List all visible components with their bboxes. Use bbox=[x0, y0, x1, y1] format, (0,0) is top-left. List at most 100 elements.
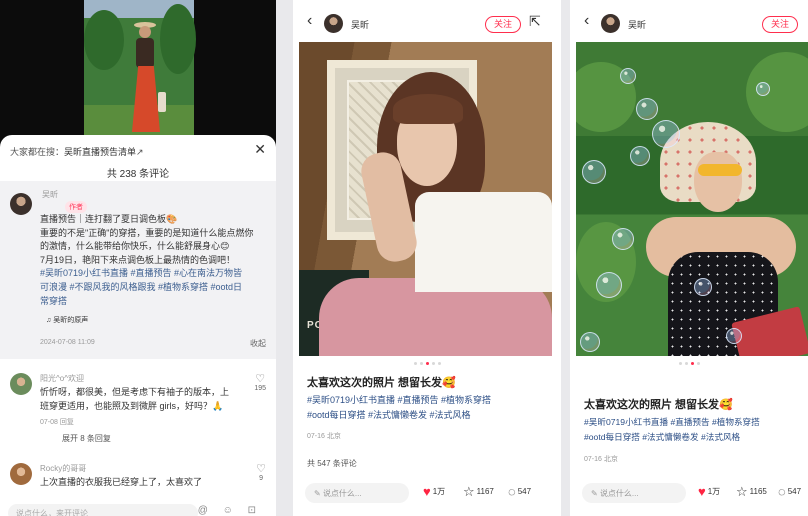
follow-button[interactable]: 关注 bbox=[762, 16, 798, 33]
note-title: 太喜欢这次的照片 想留长发🥰 bbox=[584, 399, 733, 411]
video-preview[interactable] bbox=[0, 0, 276, 150]
photo-bubble bbox=[596, 272, 622, 298]
post-tags[interactable]: 可浪漫 #不跟风我的风格跟我 #植物系穿搭 #ootd日 bbox=[40, 281, 272, 295]
comment-like-count: 9 bbox=[259, 475, 264, 482]
comment-button-count: 547 bbox=[517, 487, 532, 496]
collect-button[interactable]: ☆ 1167 bbox=[463, 484, 494, 500]
comment-meta[interactable]: 07-08 回复 bbox=[40, 417, 74, 427]
comment-input[interactable]: ✎ 说点什么... bbox=[305, 483, 409, 503]
avatar[interactable] bbox=[10, 463, 32, 485]
pen-icon: ✎ bbox=[314, 489, 321, 498]
post-tags[interactable]: #吴昕0719小红书直播 #直播预告 #心在南法万物皆 bbox=[40, 267, 272, 281]
note-tag-line[interactable]: #ootd每日穿搭 #法式慵懒卷发 #法式风格 bbox=[584, 430, 804, 445]
pen-icon: ✎ bbox=[591, 489, 598, 498]
photo-bubble bbox=[756, 82, 770, 96]
follow-button[interactable]: 关注 bbox=[485, 16, 521, 33]
like-count: 1万 bbox=[432, 487, 446, 496]
note-photo[interactable] bbox=[576, 42, 808, 356]
comment-input-placeholder: 说点什么... bbox=[322, 489, 362, 498]
search-term: 吴昕直播预告清单 bbox=[64, 147, 137, 157]
chevron-left-icon[interactable]: ‹ bbox=[307, 12, 312, 30]
note-detail-panel: ‹ 吴昕 关注 太喜欢这次的照片 想留长发🥰 #吴昕0719小红书直播 #直播预… bbox=[570, 0, 808, 516]
heart-icon: ♡ bbox=[256, 463, 266, 475]
avatar[interactable] bbox=[10, 193, 32, 215]
photo-foliage bbox=[746, 52, 808, 132]
note-tag-line[interactable]: #ootd每日穿搭 #法式慵懒卷发 #法式风格 bbox=[307, 408, 547, 423]
search-arrow-icon: ↗ bbox=[136, 147, 144, 157]
comment-input[interactable]: ✎ 说点什么... bbox=[582, 483, 686, 503]
person-head bbox=[139, 26, 151, 38]
comment-icon: ◌ bbox=[778, 484, 786, 499]
comment-like-button[interactable]: ♡ 9 bbox=[256, 463, 266, 482]
post-tags[interactable]: 常穿搭 bbox=[40, 295, 272, 309]
post-line: 的激情，什么能带给你快乐，什么能舒展身心😊 bbox=[40, 241, 230, 252]
avatar[interactable] bbox=[10, 373, 32, 395]
note-detail-panel: ‹ 吴昕 关注 ⇱ PORTSAC 太喜欢这次的照片 想留长发🥰 #吴昕0719… bbox=[293, 0, 561, 516]
bottom-action-bar: ✎ 说点什么... ♥ 1万 ☆ 1167 ◌ 547 bbox=[293, 480, 561, 508]
photo-bubble bbox=[582, 160, 606, 184]
input-emoji-icons[interactable]: @ ☺ ⊡ bbox=[198, 505, 262, 516]
comment-like-button[interactable]: ♡ 195 bbox=[254, 373, 266, 392]
carousel-dots bbox=[570, 362, 808, 365]
comment-author[interactable]: 阳光^o^欢迎 bbox=[40, 373, 84, 384]
avatar[interactable] bbox=[324, 14, 343, 33]
comment-like-count: 195 bbox=[254, 385, 266, 392]
comment-sheet: 大家都在搜：吴昕直播预告清单↗ ✕ 共 238 条评论 吴昕 作者 直播预告｜连… bbox=[0, 135, 276, 516]
comment-button-count: 547 bbox=[787, 487, 802, 496]
like-button[interactable]: ♥ 1万 bbox=[698, 484, 720, 499]
author-badge: 作者 bbox=[65, 201, 87, 213]
comment-line: 忻忻呀，都很美，但是考虑下有袖子的版本，上 bbox=[40, 387, 230, 397]
photo-bubble bbox=[726, 328, 742, 344]
post-body: 直播预告｜连打翻了夏日调色板🎨 重要的不是"正确"的穿搭，重要的是知道什么能点燃… bbox=[40, 213, 272, 308]
heart-icon: ♥ bbox=[698, 484, 706, 499]
close-icon[interactable]: ✕ bbox=[254, 141, 266, 158]
photo-bubble bbox=[636, 98, 658, 120]
music-link[interactable]: ♫ 吴昕的原声 bbox=[46, 315, 88, 325]
photo-face bbox=[694, 152, 742, 212]
star-icon: ☆ bbox=[463, 484, 475, 499]
photo-bubble bbox=[612, 228, 634, 250]
comment-icon: ◌ bbox=[508, 484, 516, 499]
photo-bubble bbox=[652, 120, 680, 148]
expand-replies-button[interactable]: 展开 8 条回复 bbox=[62, 433, 111, 444]
comments-panel: 大家都在搜：吴昕直播预告清单↗ ✕ 共 238 条评论 吴昕 作者 直播预告｜连… bbox=[0, 0, 276, 516]
collapse-button[interactable]: 收起 bbox=[250, 338, 266, 349]
author-post: 吴昕 作者 直播预告｜连打翻了夏日调色板🎨 重要的不是"正确"的穿搭，重要的是知… bbox=[0, 181, 276, 359]
author-name[interactable]: 吴昕 bbox=[628, 18, 646, 31]
carousel-dot-active bbox=[425, 362, 429, 365]
collect-button[interactable]: ☆ 1165 bbox=[736, 484, 767, 500]
tree bbox=[160, 4, 196, 74]
comment-author[interactable]: Rocky的哥哥 bbox=[40, 463, 86, 474]
like-count: 1万 bbox=[707, 487, 721, 496]
search-suggestion[interactable]: 大家都在搜：吴昕直播预告清单↗ bbox=[10, 145, 144, 158]
photo-bubble bbox=[694, 278, 712, 296]
note-photo[interactable]: PORTSAC bbox=[299, 42, 552, 356]
comment-item: 阳光^o^欢迎 忻忻呀，都很美，但是考虑下有袖子的版本，上 班穿更适用，也能照及… bbox=[0, 369, 276, 449]
carousel-dot bbox=[678, 362, 682, 365]
collect-count: 1167 bbox=[476, 487, 494, 496]
comment-text: 上次直播的衣服我已经穿上了，太喜欢了 bbox=[40, 477, 203, 487]
post-line: 7月19日，艳阳下来点调色板上最热情的色调吧！ bbox=[40, 254, 236, 265]
comment-item: Rocky的哥哥 上次直播的衣服我已经穿上了，太喜欢了 ♡ 9 bbox=[0, 461, 276, 501]
chevron-left-icon[interactable]: ‹ bbox=[584, 12, 589, 30]
note-title: 太喜欢这次的照片 想留长发🥰 bbox=[307, 377, 456, 389]
comment-input[interactable]: 说点什么，来开评论 bbox=[8, 504, 198, 516]
heart-icon: ♥ bbox=[423, 484, 431, 499]
avatar[interactable] bbox=[601, 14, 620, 33]
note-tag-line[interactable]: #吴昕0719小红书直播 #直播预告 #植物系穿搭 bbox=[584, 415, 804, 430]
carousel-dots bbox=[293, 362, 561, 365]
comment-button[interactable]: ◌ 547 bbox=[778, 484, 801, 499]
comment-text: 忻忻呀，都很美，但是考虑下有袖子的版本，上 班穿更适用，也能照及到微胖 girl… bbox=[40, 385, 240, 413]
photo-bubble bbox=[580, 332, 600, 352]
photo-top bbox=[415, 192, 552, 292]
note-tag-line[interactable]: #吴昕0719小红书直播 #直播预告 #植物系穿搭 bbox=[307, 393, 547, 408]
post-author-name[interactable]: 吴昕 bbox=[42, 189, 58, 200]
author-name[interactable]: 吴昕 bbox=[351, 18, 369, 31]
note-date: 07-16 北京 bbox=[307, 433, 341, 440]
like-button[interactable]: ♥ 1万 bbox=[423, 484, 445, 499]
carousel-dot bbox=[413, 362, 417, 365]
tree bbox=[84, 10, 124, 70]
share-icon[interactable]: ⇱ bbox=[529, 13, 541, 30]
bottom-action-bar: ✎ 说点什么... ♥ 1万 ☆ 1165 ◌ 547 bbox=[570, 480, 808, 508]
comment-button[interactable]: ◌ 547 bbox=[508, 484, 531, 499]
